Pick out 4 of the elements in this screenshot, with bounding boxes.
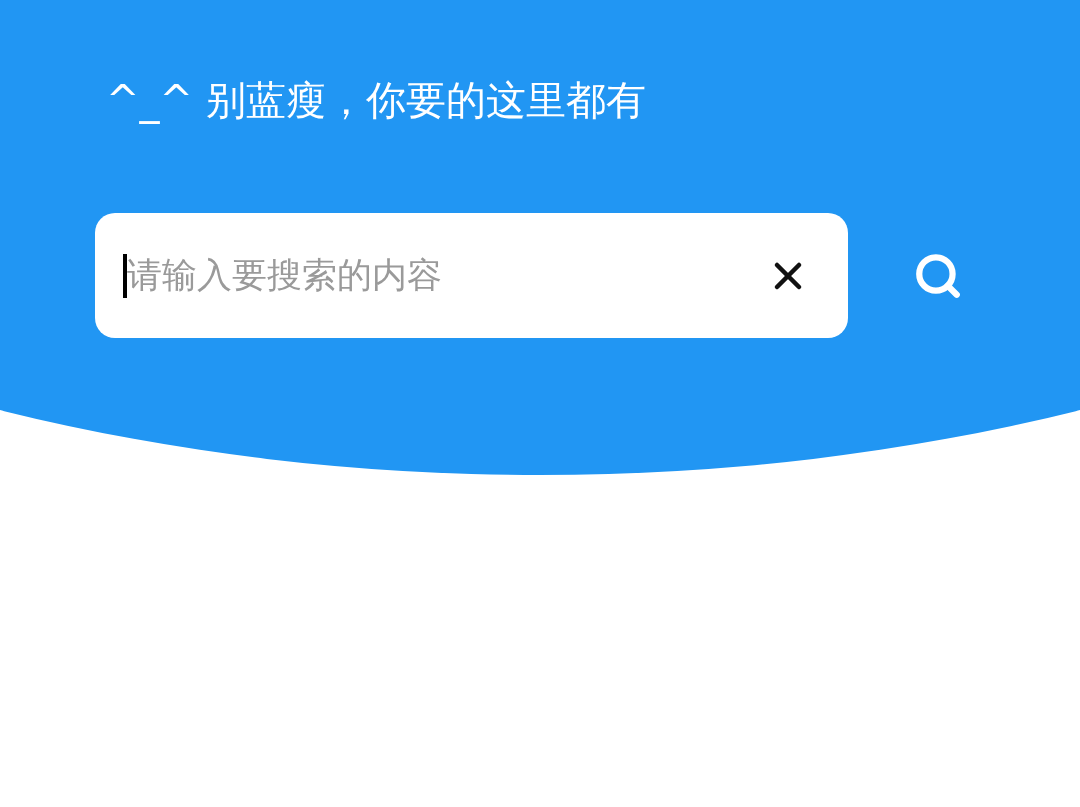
search-input[interactable]: 请输入要搜索的内容 (127, 249, 766, 302)
text-cursor (123, 253, 127, 298)
header-title: ^_^ 别蓝瘦，你要的这里都有 (106, 77, 646, 123)
search-field[interactable]: 请输入要搜索的内容 (95, 213, 848, 338)
